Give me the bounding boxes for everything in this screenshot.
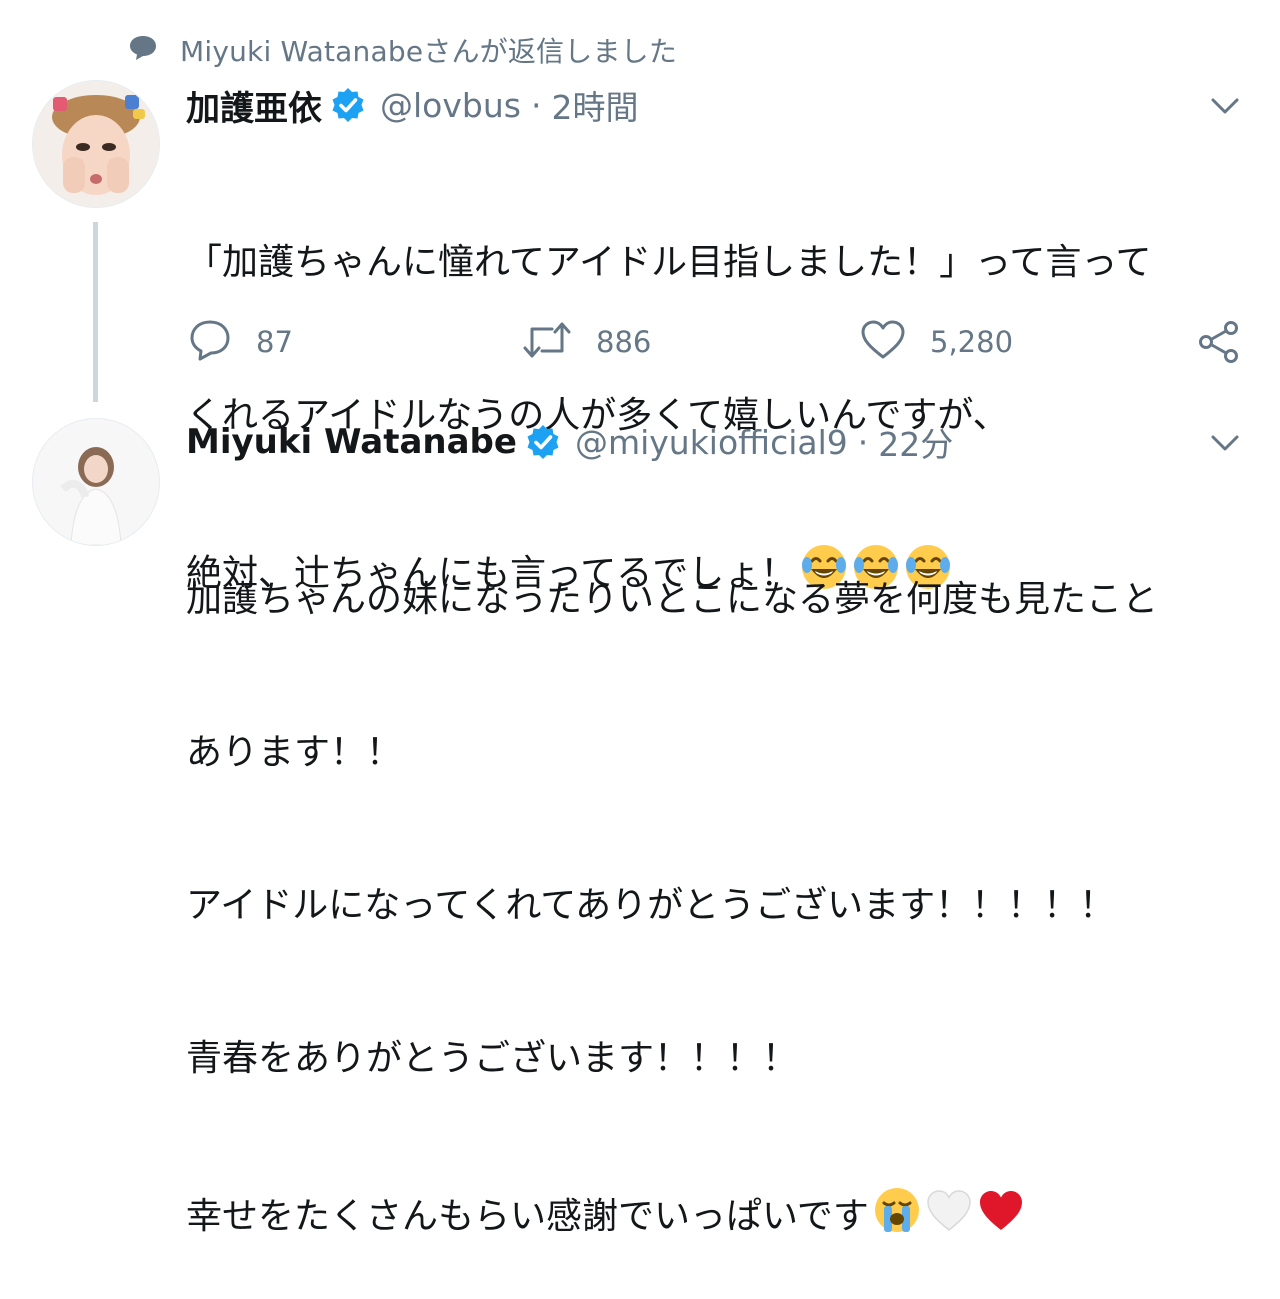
thread-connector-line [93,222,98,402]
tweet-text: 加護ちゃんの妹になったりいとこになる夢を何度も見たこと あります！！ アイドルに… [186,472,1158,1299]
chevron-down-icon[interactable] [1209,427,1241,459]
display-name[interactable]: 加護亜依 [186,81,322,130]
display-name[interactable]: Miyuki Watanabe [186,422,517,462]
chevron-down-icon[interactable] [1209,90,1241,122]
verified-badge-icon [525,424,561,460]
reply-action[interactable]: 87 [188,320,293,364]
tweet-text-line: アイドルになってくれてありがとうございます！！！！！ [186,885,1116,926]
social-context: Miyuki Watanabeさんが返信しました [128,30,677,70]
separator-dot: · [530,85,542,125]
retweet-icon[interactable] [522,319,572,365]
retweet-action[interactable]: 886 [522,320,651,364]
separator-dot: · [857,422,869,462]
handle[interactable]: @lovbus [380,86,521,125]
like-count: 5,280 [930,325,1014,359]
avatar-miyuki-watanabe[interactable] [32,418,160,546]
tweet-text-line: 青春をありがとうございます！！！！ [186,1038,799,1079]
timestamp[interactable]: 2時間 [551,81,638,129]
white-heart-icon [925,1188,973,1248]
avatar-kago-ai[interactable] [32,80,160,208]
like-action[interactable]: 5,280 [860,320,1013,364]
reply-bubble-icon [128,34,158,66]
tweet-header: 加護亜依 @lovbus · 2時間 [186,80,638,130]
reply-icon[interactable] [188,319,232,365]
heart-icon[interactable] [860,319,906,365]
tweet-text-line: 加護ちゃんの妹になったりいとこになる夢を何度も見たこと [186,579,1159,620]
reply-count: 87 [256,325,293,359]
verified-badge-icon [330,87,366,123]
context-text[interactable]: Miyuki Watanabeさんが返信しました [180,30,677,70]
timestamp[interactable]: 22分 [878,418,953,466]
tweet-text-line: 幸せをたくさんもらい感謝でいっぱいです [186,1196,869,1237]
share-icon[interactable] [1197,320,1241,368]
retweet-count: 886 [596,325,652,359]
loudly-crying-face-icon [873,1186,921,1248]
red-heart-icon [977,1188,1025,1248]
tweet-header: Miyuki Watanabe @miyukiofficial9 · 22分 [186,417,953,467]
handle[interactable]: @miyukiofficial9 [575,423,848,462]
tweet-text-line: 「加護ちゃんに憧れてアイドル目指しました！」って言って [186,242,1152,283]
